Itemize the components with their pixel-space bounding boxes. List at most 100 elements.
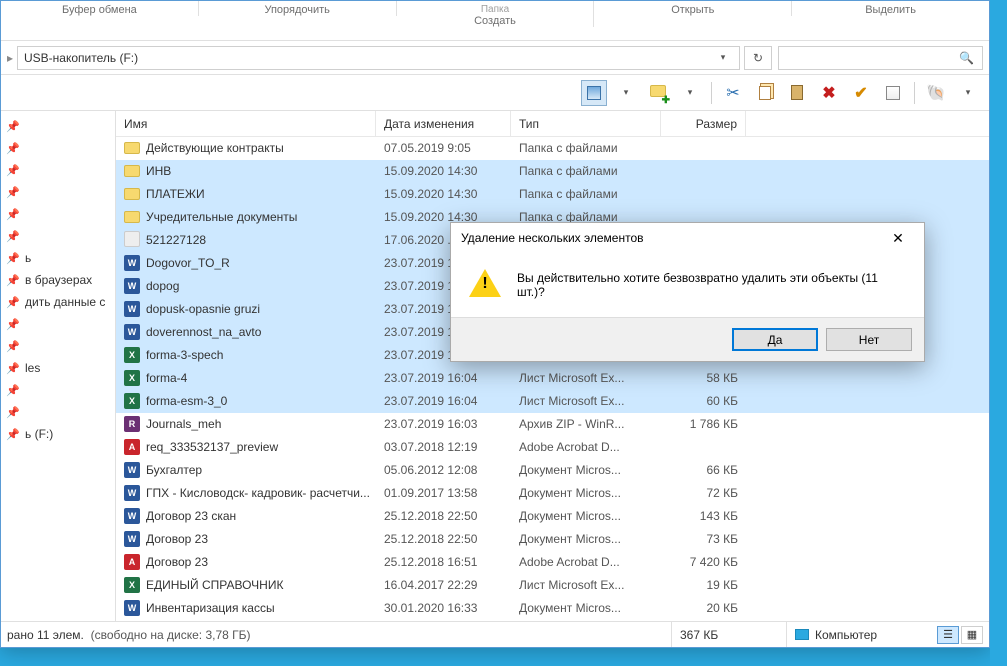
copy-icon[interactable] — [752, 80, 778, 106]
properties-icon[interactable] — [880, 80, 906, 106]
new-dropdown-icon[interactable]: ▾ — [677, 80, 703, 106]
ribbon-group-select[interactable]: Выделить — [792, 1, 989, 16]
sidebar-item[interactable]: 📌 — [5, 379, 115, 401]
file-row[interactable]: Xforma-423.07.2019 16:04Лист Microsoft E… — [116, 367, 989, 390]
yes-button[interactable]: Да — [732, 328, 818, 351]
file-icon: W — [124, 462, 140, 478]
sidebar-item[interactable]: 📌les — [5, 357, 115, 379]
file-icon: W — [124, 485, 140, 501]
confirm-icon[interactable]: ✔ — [848, 80, 874, 106]
sidebar-item[interactable]: 📌дить данные с — [5, 291, 115, 313]
col-size[interactable]: Размер — [661, 111, 746, 136]
file-row[interactable]: Xforma-esm-3_023.07.2019 16:04Лист Micro… — [116, 390, 989, 413]
file-row[interactable]: Areq_333532137_preview03.07.2018 12:19Ad… — [116, 436, 989, 459]
sidebar-item[interactable]: 📌 — [5, 401, 115, 423]
file-size-cell: 7 420 КБ — [661, 555, 746, 569]
search-input[interactable]: 🔍 — [778, 46, 983, 70]
nav-chevron-icon[interactable]: ▸ — [7, 51, 17, 65]
file-name-cell: WДоговор 23 — [116, 531, 376, 547]
pin-icon: 📌 — [7, 274, 19, 286]
file-name-cell: Xforma-esm-3_0 — [116, 393, 376, 409]
file-row[interactable]: ПЛАТЕЖИ15.09.2020 14:30Папка с файлами — [116, 183, 989, 206]
address-path: USB-накопитель (F:) — [24, 51, 138, 65]
file-icon: A — [124, 439, 140, 455]
pin-icon: 📌 — [7, 142, 19, 154]
file-row[interactable]: WГПХ - Кисловодск- кадровик- расчетчи...… — [116, 482, 989, 505]
new-folder-icon[interactable]: ✚ — [645, 80, 671, 106]
file-row[interactable]: WБухгалтер05.06.2012 12:08Документ Micro… — [116, 459, 989, 482]
ribbon-group-clipboard[interactable]: Буфер обмена — [1, 1, 199, 16]
file-name-cell: XЕДИНЫЙ СПРАВОЧНИК — [116, 577, 376, 593]
shell-dropdown-icon[interactable]: ▾ — [955, 80, 981, 106]
pin-icon: 📌 — [7, 384, 19, 396]
file-row[interactable]: ИНВ15.09.2020 14:30Папка с файлами — [116, 160, 989, 183]
sidebar-item[interactable]: 📌 — [5, 115, 115, 137]
file-size-cell: 1 786 КБ — [661, 417, 746, 431]
address-bar[interactable]: USB-накопитель (F:) ▾ — [17, 46, 740, 70]
warning-icon: ! — [469, 267, 501, 299]
sidebar-item[interactable]: 📌ь (F:) — [5, 423, 115, 445]
status-selected: рано 11 элем. (свободно на диске: 3,78 Г… — [1, 628, 301, 642]
tiles-view-icon[interactable]: ▦ — [961, 626, 983, 644]
pin-icon: 📌 — [7, 230, 19, 242]
file-name: ЕДИНЫЙ СПРАВОЧНИК — [146, 578, 283, 592]
view-dropdown-icon[interactable]: ▾ — [613, 80, 639, 106]
file-type-cell: Лист Microsoft Ex... — [511, 394, 661, 408]
file-size-cell: 143 КБ — [661, 509, 746, 523]
file-row[interactable]: Действующие контракты07.05.2019 9:05Папк… — [116, 137, 989, 160]
file-row[interactable]: WДоговор 2325.12.2018 22:50Документ Micr… — [116, 528, 989, 551]
file-date-cell: 15.09.2020 14:30 — [376, 164, 511, 178]
pin-icon: 📌 — [7, 208, 19, 220]
sidebar-item[interactable]: 📌 — [5, 203, 115, 225]
file-type-cell: Документ Micros... — [511, 601, 661, 615]
col-date[interactable]: Дата изменения — [376, 111, 511, 136]
sidebar-item[interactable]: 📌 — [5, 159, 115, 181]
file-name: Договор 23 — [146, 555, 208, 569]
file-name-cell: WГПХ - Кисловодск- кадровик- расчетчи... — [116, 485, 376, 501]
dialog-titlebar[interactable]: Удаление нескольких элементов ✕ — [451, 223, 924, 253]
ribbon-group-open[interactable]: Открыть — [594, 1, 792, 16]
file-row[interactable]: WДоговор 23 скан25.12.2018 22:50Документ… — [116, 505, 989, 528]
file-row[interactable]: XЕДИНЫЙ СПРАВОЧНИК16.04.2017 22:29Лист M… — [116, 574, 989, 597]
file-icon: W — [124, 278, 140, 294]
file-row[interactable]: RJournals_meh23.07.2019 16:03Архив ZIP -… — [116, 413, 989, 436]
delete-icon[interactable]: ✖ — [816, 80, 842, 106]
sidebar[interactable]: 📌📌📌📌📌📌📌ь📌в браузерах📌дить данные с📌📌📌les… — [1, 111, 116, 621]
file-type-cell: Документ Micros... — [511, 532, 661, 546]
file-name: forma-esm-3_0 — [146, 394, 227, 408]
file-size-cell: 66 КБ — [661, 463, 746, 477]
shell-icon[interactable]: 🐚 — [923, 80, 949, 106]
file-row[interactable]: AДоговор 2325.12.2018 16:51Adobe Acrobat… — [116, 551, 989, 574]
details-view-icon[interactable]: ☰ — [937, 626, 959, 644]
file-row[interactable]: WИнвентаризация кассы30.01.2020 16:33Док… — [116, 597, 989, 620]
file-size-cell: 58 КБ — [661, 371, 746, 385]
close-button[interactable]: ✕ — [878, 225, 918, 251]
status-computer: Компьютер — [786, 622, 931, 647]
col-name[interactable]: Имя — [116, 111, 376, 136]
status-size: 367 КБ — [671, 622, 786, 647]
ribbon-group-organize[interactable]: Упорядочить — [199, 1, 397, 16]
refresh-button[interactable]: ↻ — [744, 46, 772, 70]
file-rows[interactable]: Действующие контракты07.05.2019 9:05Папк… — [116, 137, 989, 621]
file-name-cell: Wdoverennost_na_avto — [116, 324, 376, 340]
address-dropdown-icon[interactable]: ▾ — [713, 52, 733, 63]
sidebar-item-label: ь (F:) — [25, 427, 53, 441]
sidebar-item[interactable]: 📌 — [5, 181, 115, 203]
sidebar-item[interactable]: 📌 — [5, 225, 115, 247]
sidebar-item[interactable]: 📌 — [5, 335, 115, 357]
col-type[interactable]: Тип — [511, 111, 661, 136]
ribbon-group-new[interactable]: Папка Создать — [397, 1, 595, 27]
sidebar-item[interactable]: 📌в браузерах — [5, 269, 115, 291]
no-button[interactable]: Нет — [826, 328, 912, 351]
sidebar-item[interactable]: 📌 — [5, 137, 115, 159]
dialog-message: Вы действительно хотите безвозвратно уда… — [517, 267, 906, 299]
sidebar-item[interactable]: 📌ь — [5, 247, 115, 269]
file-icon — [124, 186, 140, 203]
view-details-icon[interactable] — [581, 80, 607, 106]
pin-icon: 📌 — [7, 120, 19, 132]
paste-icon[interactable] — [784, 80, 810, 106]
sidebar-item[interactable]: 📌 — [5, 313, 115, 335]
file-name-cell: ПЛАТЕЖИ — [116, 186, 376, 203]
cut-icon[interactable]: ✂ — [720, 80, 746, 106]
file-name-cell: Xforma-4 — [116, 370, 376, 386]
